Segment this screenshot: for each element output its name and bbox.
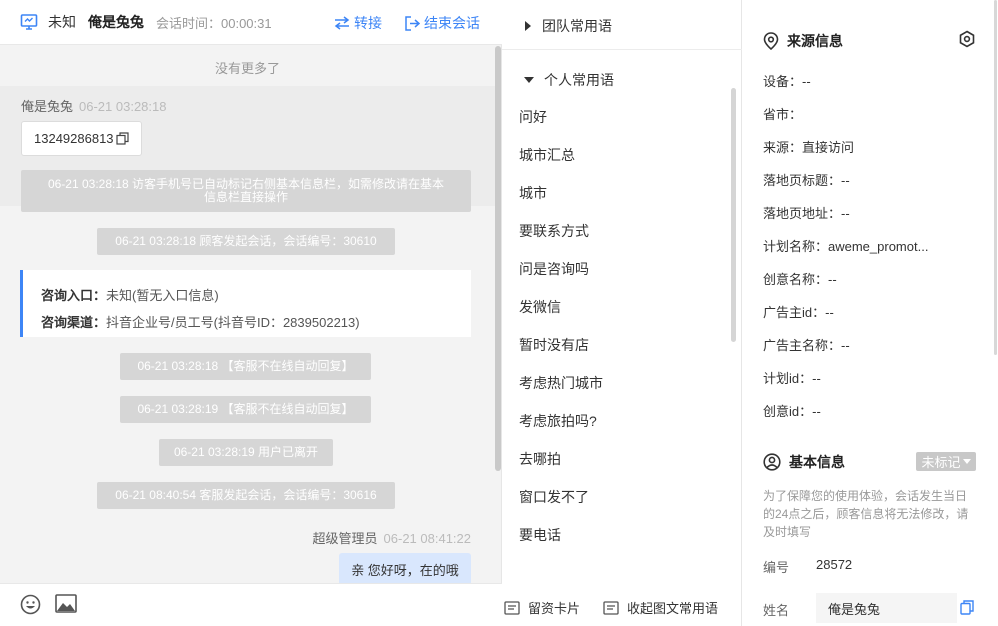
copy-icon[interactable]: [960, 600, 974, 618]
message-list[interactable]: 没有更多了 俺是兔兔 06-21 03:28:18 13249286813 06-…: [0, 46, 502, 583]
edit-notice: 为了保障您的使用体验，会话发生当日的24点之后，顾客信息将无法修改，请及时填写: [763, 489, 969, 539]
phrase-item[interactable]: 发微信: [519, 297, 561, 317]
name-input[interactable]: [816, 593, 957, 623]
transfer-label: 转接: [354, 15, 382, 31]
source-plan-id: 计划id：--: [763, 371, 821, 386]
phrases-scrollbar[interactable]: [731, 88, 736, 342]
tag-dropdown[interactable]: 未标记: [916, 452, 976, 471]
lead-card-button[interactable]: 留资卡片: [504, 598, 580, 617]
collapse-phrases-label: 收起图文常用语: [627, 601, 719, 616]
visitor-status: 未知: [48, 14, 76, 30]
transfer-icon: [334, 16, 350, 30]
copy-icon[interactable]: [115, 132, 129, 145]
agent-message-meta: 超级管理员 06-21 08:41:22: [313, 528, 471, 547]
consult-channel-label: 咨询渠道：: [41, 315, 107, 330]
phrase-item[interactable]: 窗口发不了: [519, 487, 589, 507]
agent-message-time: 06-21 08:41:22: [383, 531, 471, 546]
consult-entry-row: 咨询入口：未知(暂无入口信息): [41, 282, 471, 309]
emoji-icon[interactable]: [20, 594, 41, 615]
system-message-auto-reply: 06-21 03:28:18 【客服不在线自动回复】: [120, 353, 371, 380]
divider: [502, 49, 742, 50]
consult-entry-label: 咨询入口：: [41, 288, 107, 303]
session-time: 会话时间：00:00:31: [156, 15, 272, 31]
system-message-session-start: 06-21 03:28:18 顾客发起会话，会话编号：30610: [97, 228, 395, 255]
image-icon[interactable]: [55, 594, 77, 613]
source-info-title: 来源信息: [787, 33, 843, 49]
chat-scrollbar[interactable]: [495, 46, 501, 471]
user-icon: [763, 453, 781, 471]
phrase-item[interactable]: 考虑热门城市: [519, 373, 603, 393]
number-value: 28572: [816, 557, 853, 572]
system-message-user-left: 06-21 03:28:19 用户已离开: [159, 439, 333, 466]
source-landing-url: 落地页地址：--: [763, 206, 850, 221]
source-advertiser-id: 广告主id：--: [763, 305, 834, 320]
source-info-header: 来源信息: [763, 31, 843, 51]
chat-toolbar: [0, 583, 502, 626]
basic-info-title: 基本信息: [789, 454, 845, 470]
source-creative-id: 创意id：--: [763, 404, 821, 419]
phrases-panel: 团队常用语 个人常用语 问好 城市汇总 城市 要联系方式 问是咨询吗 发微信 暂…: [502, 0, 742, 626]
agent-name: 超级管理员: [312, 531, 378, 546]
phrase-item[interactable]: 城市汇总: [519, 145, 575, 165]
caret-right-icon: [524, 21, 532, 31]
phone-message-bubble: 13249286813: [21, 121, 142, 156]
phrase-item[interactable]: 问是咨询吗: [519, 259, 589, 279]
chat-panel: 未知 俺是兔兔 会话时间：00:00:31 转接 结束会话 没有更多了 俺是兔兔…: [0, 0, 502, 626]
phrase-item[interactable]: 暂时没有店: [519, 335, 589, 355]
end-session-label: 结束会话: [424, 15, 480, 31]
team-phrases-label: 团队常用语: [542, 18, 612, 34]
name-label: 姓名: [763, 603, 790, 618]
collapse-phrases-button[interactable]: 收起图文常用语: [603, 598, 718, 617]
phrase-item[interactable]: 要电话: [519, 525, 561, 545]
phone-number: 13249286813: [34, 131, 114, 146]
number-label: 编号: [763, 560, 790, 575]
phrase-item[interactable]: 去哪拍: [519, 449, 561, 469]
card-icon: [504, 600, 520, 615]
lead-card-label: 留资卡片: [528, 601, 581, 616]
chevron-down-icon: [962, 458, 971, 464]
personal-phrases-group[interactable]: 个人常用语: [524, 70, 614, 90]
team-phrases-group[interactable]: 团队常用语: [524, 16, 612, 36]
no-more-hint: 没有更多了: [214, 61, 280, 76]
basic-info-header: 基本信息: [763, 452, 845, 472]
phrase-item[interactable]: 考虑旅拍吗?: [519, 411, 597, 431]
phrase-item[interactable]: 要联系方式: [519, 221, 589, 241]
end-session-button[interactable]: 结束会话: [404, 13, 480, 33]
consult-info-card: 咨询入口：未知(暂无入口信息) 咨询渠道：抖音企业号/员工号(抖音号ID：283…: [20, 270, 471, 337]
visitor-message-time: 06-21 03:28:18: [79, 99, 167, 114]
consult-channel-row: 咨询渠道：抖音企业号/员工号(抖音号ID：2839502213): [41, 309, 471, 336]
agent-message-bubble: 亲 您好呀，在的哦: [339, 553, 471, 583]
source-province: 省市：: [763, 107, 803, 122]
transfer-button[interactable]: 转接: [334, 13, 382, 33]
personal-phrases-label: 个人常用语: [544, 72, 614, 88]
tag-dropdown-value: 未标记: [921, 455, 961, 470]
system-message-phone-marked: 06-21 03:28:18 访客手机号已自动标记右侧基本信息栏，如需修改请在基…: [21, 170, 471, 212]
settings-icon[interactable]: [958, 30, 976, 51]
visitor-message-name: 俺是兔兔: [21, 99, 74, 114]
phrase-item[interactable]: 城市: [519, 183, 547, 203]
message-icon: [603, 600, 619, 615]
caret-down-icon: [524, 76, 534, 84]
visitor-name: 俺是兔兔: [88, 14, 144, 30]
source-device: 设备：--: [763, 74, 811, 89]
exit-icon: [405, 15, 420, 31]
source-advertiser-name: 广告主名称：--: [763, 338, 850, 353]
monitor-icon: [20, 13, 38, 31]
chat-header: 未知 俺是兔兔 会话时间：00:00:31 转接 结束会话: [0, 0, 502, 45]
location-icon: [763, 32, 779, 50]
system-message-line: 信息栏直接操作: [203, 190, 288, 204]
source-landing-title: 落地页标题：--: [763, 173, 850, 188]
source-origin: 来源：直接访问: [763, 140, 855, 155]
visitor-message-meta: 俺是兔兔 06-21 03:28:18: [21, 96, 166, 115]
info-scrollbar[interactable]: [994, 0, 997, 355]
system-message-agent-start: 06-21 08:40:54 客服发起会话，会话编号：30616: [97, 482, 395, 509]
system-message-auto-reply: 06-21 03:28:19 【客服不在线自动回复】: [120, 396, 371, 423]
consult-channel-value: 抖音企业号/员工号(抖音号ID：2839502213): [106, 315, 360, 330]
source-plan-name: 计划名称：aweme_promot...: [763, 239, 929, 254]
consult-entry-value: 未知(暂无入口信息): [106, 288, 219, 303]
source-creative-name: 创意名称：--: [763, 272, 837, 287]
phrase-item[interactable]: 问好: [519, 107, 547, 127]
